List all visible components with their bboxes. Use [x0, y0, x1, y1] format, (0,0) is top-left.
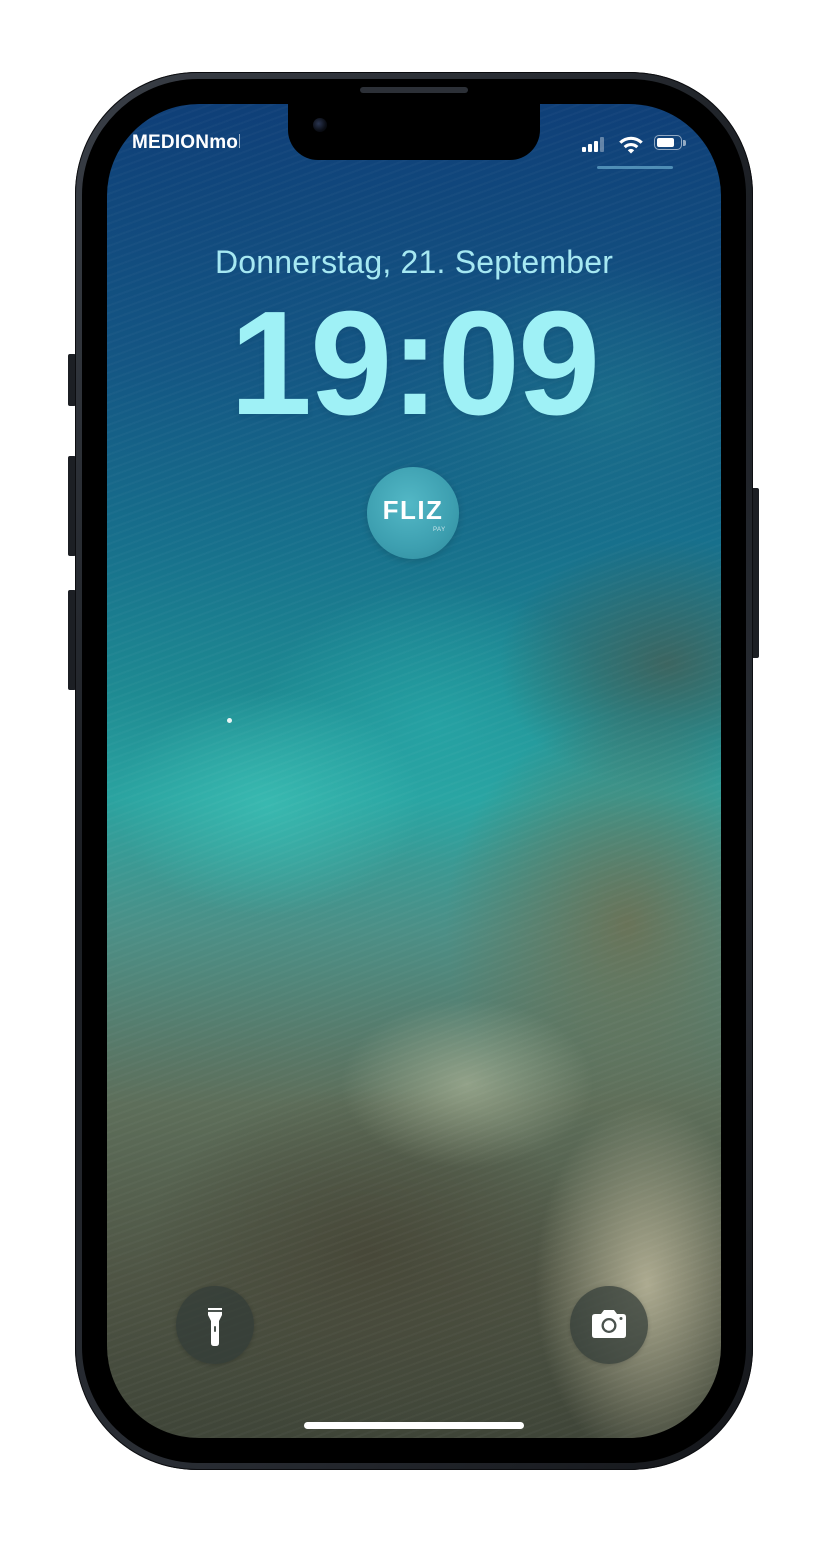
- device-canvas: MEDIONmobile Donnerstag, 21. September 1…: [0, 0, 829, 1544]
- notch: [288, 104, 540, 160]
- camera-icon: [592, 1310, 626, 1338]
- front-camera: [313, 118, 327, 132]
- battery-icon: [654, 135, 686, 152]
- camera-button[interactable]: [570, 1286, 648, 1364]
- lock-clock: 19:09: [229, 281, 601, 446]
- fliz-logo: FLIZ: [382, 495, 444, 525]
- wallpaper-highlight: [227, 718, 232, 723]
- fliz-sublabel: PAY: [433, 527, 446, 533]
- cellular-signal-icon: [582, 136, 604, 152]
- fliz-widget[interactable]: FLIZ PAY: [367, 467, 459, 559]
- carrier-name: MEDIONmobile: [132, 132, 240, 153]
- wifi-icon: [619, 136, 643, 154]
- battery-level: [657, 138, 674, 147]
- status-indicator-line: [597, 166, 673, 169]
- status-icons: [582, 132, 694, 156]
- lock-date: Donnerstag, 21. September: [214, 244, 614, 280]
- earpiece-speaker: [360, 87, 468, 93]
- home-indicator[interactable]: [304, 1422, 524, 1429]
- flashlight-icon: [208, 1308, 222, 1346]
- flashlight-button[interactable]: [176, 1286, 254, 1364]
